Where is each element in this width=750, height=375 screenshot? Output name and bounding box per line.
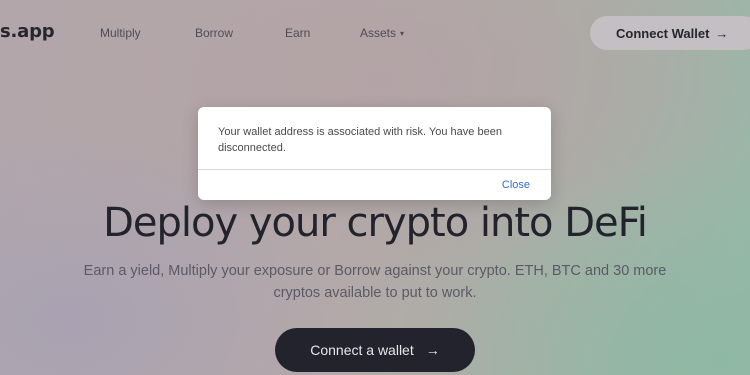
nav-link-multiply[interactable]: Multiply: [100, 26, 141, 40]
connect-a-wallet-label: Connect a wallet: [310, 342, 414, 358]
risk-alert-dialog: Your wallet address is associated with r…: [198, 107, 551, 200]
hero-subtitle: Earn a yield, Multiply your exposure or …: [83, 263, 667, 301]
connect-wallet-button[interactable]: Connect Wallet →: [590, 16, 750, 50]
arrow-right-icon: →: [715, 25, 729, 41]
nav-link-earn[interactable]: Earn: [285, 26, 310, 40]
hero-title: Deploy your crypto into DeFi: [103, 200, 648, 246]
arrow-right-icon: →: [425, 342, 440, 358]
dialog-message: Your wallet address is associated with r…: [218, 126, 502, 154]
nav-link-assets[interactable]: Assets ▾: [360, 26, 404, 40]
app-logo[interactable]: s.app: [0, 21, 55, 42]
connect-a-wallet-button[interactable]: Connect a wallet →: [275, 328, 475, 372]
dialog-divider: [198, 169, 551, 170]
top-navigation: s.app Multiply Borrow Earn Assets ▾ Conne…: [0, 0, 750, 66]
chevron-down-icon: ▾: [400, 29, 405, 38]
nav-link-borrow[interactable]: Borrow: [195, 26, 233, 40]
nav-link-assets-label: Assets: [360, 26, 397, 40]
close-button[interactable]: Close: [502, 179, 530, 191]
connect-wallet-label: Connect Wallet: [616, 25, 710, 41]
